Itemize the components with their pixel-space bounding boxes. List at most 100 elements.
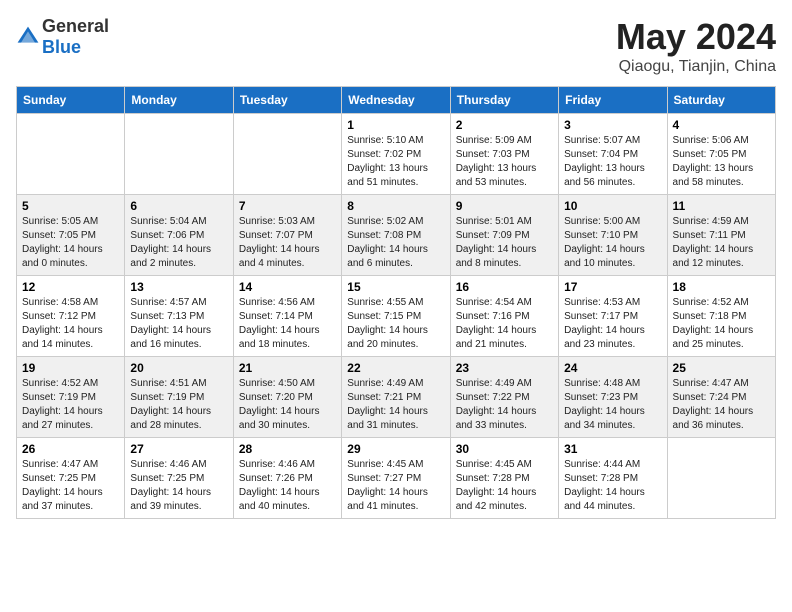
day-number: 24	[564, 361, 661, 375]
day-number: 8	[347, 199, 444, 213]
day-info: Sunrise: 4:46 AMSunset: 7:26 PMDaylight:…	[239, 458, 336, 514]
day-info: Sunrise: 4:52 AMSunset: 7:19 PMDaylight:…	[22, 377, 119, 433]
calendar-header: SundayMondayTuesdayWednesdayThursdayFrid…	[17, 87, 776, 114]
day-number: 30	[456, 442, 553, 456]
title-block: May 2024 Qiaogu, Tianjin, China	[616, 16, 776, 76]
day-number: 5	[22, 199, 119, 213]
day-info: Sunrise: 5:02 AMSunset: 7:08 PMDaylight:…	[347, 215, 444, 271]
logo-icon	[16, 25, 40, 49]
day-number: 25	[673, 361, 770, 375]
day-number: 1	[347, 118, 444, 132]
day-number: 28	[239, 442, 336, 456]
calendar-cell: 16Sunrise: 4:54 AMSunset: 7:16 PMDayligh…	[450, 276, 558, 357]
day-of-week-header: Friday	[559, 87, 667, 114]
day-info: Sunrise: 4:44 AMSunset: 7:28 PMDaylight:…	[564, 458, 661, 514]
calendar-cell: 8 Sunrise: 5:02 AMSunset: 7:08 PMDaylight…	[342, 195, 450, 276]
day-of-week-header: Thursday	[450, 87, 558, 114]
day-number: 9	[456, 199, 553, 213]
calendar-cell: 11 Sunrise: 4:59 AMSunset: 7:11 PMDayligh…	[667, 195, 775, 276]
calendar-cell: 24 Sunrise: 4:48 AMSunset: 7:23 PMDayligh…	[559, 357, 667, 438]
day-number: 17	[564, 280, 661, 294]
day-number: 23	[456, 361, 553, 375]
day-info: Sunrise: 4:47 AMSunset: 7:24 PMDaylight:…	[673, 377, 770, 433]
day-info: Sunrise: 5:01 AMSunset: 7:09 PMDaylight:…	[456, 215, 553, 271]
day-of-week-header: Tuesday	[233, 87, 341, 114]
calendar-cell: 21Sunrise: 4:50 AMSunset: 7:20 PMDayligh…	[233, 357, 341, 438]
day-number: 12	[22, 280, 119, 294]
day-info: Sunrise: 4:45 AMSunset: 7:28 PMDaylight:…	[456, 458, 553, 514]
day-info: Sunrise: 4:55 AMSunset: 7:15 PMDaylight:…	[347, 296, 444, 352]
calendar-cell: 19Sunrise: 4:52 AMSunset: 7:19 PMDayligh…	[17, 357, 125, 438]
day-number: 18	[673, 280, 770, 294]
day-number: 20	[130, 361, 227, 375]
calendar-cell: 30 Sunrise: 4:45 AMSunset: 7:28 PMDayligh…	[450, 438, 558, 519]
day-number: 16	[456, 280, 553, 294]
day-info: Sunrise: 4:52 AMSunset: 7:18 PMDaylight:…	[673, 296, 770, 352]
day-number: 14	[239, 280, 336, 294]
calendar-cell: 10Sunrise: 5:00 AMSunset: 7:10 PMDayligh…	[559, 195, 667, 276]
calendar-cell: 15 Sunrise: 4:55 AMSunset: 7:15 PMDayligh…	[342, 276, 450, 357]
day-number: 27	[130, 442, 227, 456]
calendar-cell: 13 Sunrise: 4:57 AMSunset: 7:13 PMDayligh…	[125, 276, 233, 357]
calendar-cell: 29 Sunrise: 4:45 AMSunset: 7:27 PMDayligh…	[342, 438, 450, 519]
calendar-cell: 12 Sunrise: 4:58 AMSunset: 7:12 PMDayligh…	[17, 276, 125, 357]
day-info: Sunrise: 4:49 AMSunset: 7:22 PMDaylight:…	[456, 377, 553, 433]
calendar-cell	[17, 114, 125, 195]
day-info: Sunrise: 4:47 AMSunset: 7:25 PMDaylight:…	[22, 458, 119, 514]
day-info: Sunrise: 4:57 AMSunset: 7:13 PMDaylight:…	[130, 296, 227, 352]
calendar-location: Qiaogu, Tianjin, China	[616, 58, 776, 76]
calendar-title: May 2024	[616, 16, 776, 58]
calendar-cell: 5Sunrise: 5:05 AMSunset: 7:05 PMDaylight…	[17, 195, 125, 276]
calendar-cell: 28 Sunrise: 4:46 AMSunset: 7:26 PMDayligh…	[233, 438, 341, 519]
day-number: 21	[239, 361, 336, 375]
day-number: 15	[347, 280, 444, 294]
day-number: 6	[130, 199, 227, 213]
day-number: 31	[564, 442, 661, 456]
calendar-cell: 17 Sunrise: 4:53 AMSunset: 7:17 PMDayligh…	[559, 276, 667, 357]
calendar-cell: 31 Sunrise: 4:44 AMSunset: 7:28 PMDayligh…	[559, 438, 667, 519]
calendar-cell: 7 Sunrise: 5:03 AMSunset: 7:07 PMDaylight…	[233, 195, 341, 276]
page-header: General Blue May 2024 Qiaogu, Tianjin, C…	[16, 16, 776, 76]
day-info: Sunrise: 4:56 AMSunset: 7:14 PMDaylight:…	[239, 296, 336, 352]
day-info: Sunrise: 4:58 AMSunset: 7:12 PMDaylight:…	[22, 296, 119, 352]
day-number: 22	[347, 361, 444, 375]
day-info: Sunrise: 5:03 AMSunset: 7:07 PMDaylight:…	[239, 215, 336, 271]
day-of-week-header: Monday	[125, 87, 233, 114]
calendar-cell: 9 Sunrise: 5:01 AMSunset: 7:09 PMDaylight…	[450, 195, 558, 276]
calendar-cell: 18 Sunrise: 4:52 AMSunset: 7:18 PMDayligh…	[667, 276, 775, 357]
calendar-cell: 14 Sunrise: 4:56 AMSunset: 7:14 PMDayligh…	[233, 276, 341, 357]
calendar-table: SundayMondayTuesdayWednesdayThursdayFrid…	[16, 86, 776, 519]
day-info: Sunrise: 5:10 AMSunset: 7:02 PMDaylight:…	[347, 134, 444, 190]
day-number: 29	[347, 442, 444, 456]
day-info: Sunrise: 4:59 AMSunset: 7:11 PMDaylight:…	[673, 215, 770, 271]
day-number: 11	[673, 199, 770, 213]
calendar-cell	[125, 114, 233, 195]
day-of-week-header: Saturday	[667, 87, 775, 114]
calendar-cell: 27 Sunrise: 4:46 AMSunset: 7:25 PMDayligh…	[125, 438, 233, 519]
logo-blue: Blue	[42, 37, 81, 57]
day-number: 13	[130, 280, 227, 294]
calendar-cell	[667, 438, 775, 519]
day-info: Sunrise: 5:00 AMSunset: 7:10 PMDaylight:…	[564, 215, 661, 271]
day-info: Sunrise: 4:45 AMSunset: 7:27 PMDaylight:…	[347, 458, 444, 514]
day-number: 2	[456, 118, 553, 132]
day-number: 7	[239, 199, 336, 213]
day-of-week-header: Sunday	[17, 87, 125, 114]
calendar-cell: 3 Sunrise: 5:07 AMSunset: 7:04 PMDaylight…	[559, 114, 667, 195]
day-of-week-header: Wednesday	[342, 87, 450, 114]
calendar-cell: 25 Sunrise: 4:47 AMSunset: 7:24 PMDayligh…	[667, 357, 775, 438]
calendar-cell: 26Sunrise: 4:47 AMSunset: 7:25 PMDayligh…	[17, 438, 125, 519]
day-number: 3	[564, 118, 661, 132]
calendar-cell	[233, 114, 341, 195]
day-info: Sunrise: 5:07 AMSunset: 7:04 PMDaylight:…	[564, 134, 661, 190]
day-info: Sunrise: 5:06 AMSunset: 7:05 PMDaylight:…	[673, 134, 770, 190]
day-number: 4	[673, 118, 770, 132]
logo-general: General	[42, 16, 109, 36]
calendar-cell: 1 Sunrise: 5:10 AMSunset: 7:02 PMDaylight…	[342, 114, 450, 195]
day-info: Sunrise: 5:04 AMSunset: 7:06 PMDaylight:…	[130, 215, 227, 271]
day-info: Sunrise: 4:46 AMSunset: 7:25 PMDaylight:…	[130, 458, 227, 514]
day-info: Sunrise: 4:49 AMSunset: 7:21 PMDaylight:…	[347, 377, 444, 433]
day-info: Sunrise: 4:53 AMSunset: 7:17 PMDaylight:…	[564, 296, 661, 352]
day-info: Sunrise: 4:51 AMSunset: 7:19 PMDaylight:…	[130, 377, 227, 433]
day-info: Sunrise: 4:48 AMSunset: 7:23 PMDaylight:…	[564, 377, 661, 433]
